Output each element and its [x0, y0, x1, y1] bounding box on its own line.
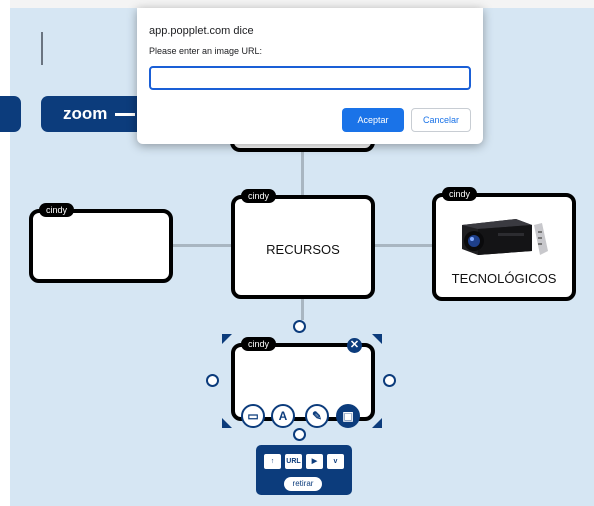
vimeo-button[interactable]: v	[327, 454, 344, 469]
remove-button[interactable]: retirar	[284, 477, 322, 491]
youtube-icon[interactable]: ▶	[306, 454, 323, 469]
author-tag: cindy	[241, 337, 277, 351]
dialog-message: Please enter an image URL:	[149, 46, 263, 56]
connector-left-center	[172, 244, 234, 247]
zoom-out-icon[interactable]	[115, 112, 136, 116]
connect-handle-top[interactable]	[293, 320, 306, 333]
dialog-title: app.popplet.com dice	[149, 25, 254, 37]
text-icon[interactable]: A	[271, 404, 295, 428]
author-tag: cindy	[39, 203, 75, 217]
image-source-panel: ↑ URL ▶ v retirar	[256, 445, 352, 495]
toolbar-divider	[41, 32, 43, 65]
popple-center[interactable]: cindy RECURSOS	[231, 189, 375, 299]
connect-handle-right[interactable]	[383, 374, 396, 387]
projector-image	[462, 219, 548, 255]
left-toolbar-button[interactable]	[0, 96, 21, 132]
popple-right[interactable]: cindy TECNOLÓGICOS	[432, 187, 576, 301]
popple-text[interactable]: TECNOLÓGICOS	[436, 271, 572, 286]
connector-center-right	[374, 244, 434, 247]
comment-icon[interactable]: ▭	[241, 404, 265, 428]
zoom-label: zoom	[63, 104, 108, 123]
cancel-button[interactable]: Cancelar	[411, 108, 471, 132]
author-tag: cindy	[241, 189, 277, 203]
image-icon[interactable]: ▣	[336, 404, 360, 428]
popple-left[interactable]: cindy	[29, 203, 173, 283]
upload-icon[interactable]: ↑	[264, 454, 281, 469]
author-tag: cindy	[442, 187, 478, 201]
connect-handle-bottom[interactable]	[293, 428, 306, 441]
pencil-icon[interactable]: ✎	[305, 404, 329, 428]
delete-popple-icon[interactable]: ✕	[347, 338, 362, 353]
connector-center-bottom	[301, 298, 304, 320]
zoom-button[interactable]: zoom	[41, 96, 151, 132]
accept-button[interactable]: Aceptar	[342, 108, 404, 132]
image-url-input[interactable]	[149, 66, 471, 90]
connect-handle-left[interactable]	[206, 374, 219, 387]
url-button[interactable]: URL	[285, 454, 302, 469]
prompt-dialog: app.popplet.com dice Please enter an ima…	[137, 8, 483, 144]
popple-text[interactable]: RECURSOS	[235, 242, 371, 257]
